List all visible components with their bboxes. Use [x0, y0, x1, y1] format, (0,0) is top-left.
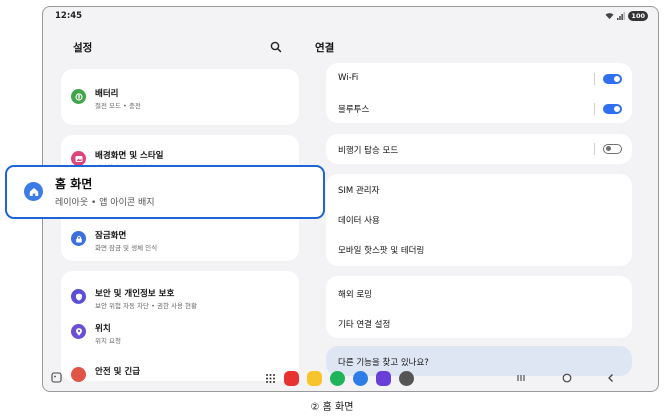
item-sub: 보안 위험 자동 차단 • 권한 사용 현황: [95, 302, 198, 310]
bluetooth-label: 블루투스: [338, 105, 370, 115]
item-label: 위치: [95, 324, 111, 334]
signal-icon: [617, 12, 626, 20]
divider: [594, 103, 595, 115]
settings-title: 설정: [73, 42, 93, 54]
wifi-icon: [605, 13, 614, 20]
status-time: 12:45: [55, 11, 83, 21]
item-label: 보안 및 개인정보 보호: [95, 289, 175, 299]
status-bar: 12:45 100: [43, 7, 658, 27]
settings-item-battery[interactable]: 배터리 절전 모드 • 충전: [61, 81, 299, 113]
home-screen-label: 홈 화면: [55, 177, 93, 191]
item-label: 잠금화면: [95, 231, 127, 241]
connections-group-4: 해외 로밍 기타 연결 설정: [326, 276, 632, 338]
divider: [594, 143, 595, 155]
settings-item-lockscreen[interactable]: 잠금화면 화면 잠금 및 생체 인식: [61, 223, 299, 255]
location-icon: [71, 324, 86, 339]
settings-item-security[interactable]: 보안 및 개인정보 보호 보안 위험 자동 차단 • 권한 사용 현황: [61, 281, 299, 313]
lock-icon: [71, 231, 86, 246]
home-screen-sub: 레이아웃 • 앱 아이콘 배지: [55, 198, 155, 208]
hotspot-item[interactable]: 모바일 핫스팟 및 테더링: [338, 244, 424, 256]
palette-icon: [71, 151, 86, 166]
roaming-item[interactable]: 해외 로밍: [338, 288, 372, 300]
home-button-icon[interactable]: [561, 372, 573, 384]
messages-app-icon[interactable]: [353, 371, 368, 386]
connections-group-2: 비행기 탑승 모드: [326, 134, 632, 164]
back-icon[interactable]: [605, 372, 617, 384]
internet-app-icon[interactable]: [376, 371, 391, 386]
connections-group-1: Wi-Fi 블루투스: [326, 63, 632, 123]
airplane-mode-toggle[interactable]: [603, 144, 622, 154]
home-screen-callout[interactable]: 홈 화면 레이아웃 • 앱 아이콘 배지: [5, 165, 325, 219]
item-sub: 화면 잠금 및 생체 인식: [95, 244, 158, 252]
connections-group-3: SIM 관리자 데이터 사용 모바일 핫스팟 및 테더링: [326, 174, 632, 266]
item-label: 배터리: [95, 89, 119, 99]
app-dock: [265, 371, 414, 386]
search-icon[interactable]: [269, 40, 283, 54]
divider: [594, 73, 595, 85]
battery-level: 100: [628, 11, 648, 21]
status-icons: 100: [605, 11, 648, 21]
wifi-toggle[interactable]: [603, 74, 622, 84]
item-label: 배경화면 및 스타일: [95, 151, 164, 161]
item-sub: 위치 요청: [95, 337, 121, 345]
screenshot-icon[interactable]: [51, 372, 62, 383]
figure-caption: ② 홈 화면: [310, 402, 354, 413]
camera-app-icon[interactable]: [399, 371, 414, 386]
item-sub: 절전 모드 • 충전: [95, 102, 141, 110]
battery-icon: [71, 89, 86, 104]
home-icon: [24, 182, 43, 201]
apps-grid-icon[interactable]: [265, 373, 276, 384]
shield-icon: [71, 289, 86, 304]
notes-app-icon[interactable]: [284, 371, 299, 386]
navigation-bar: [43, 365, 658, 391]
sim-manager-item[interactable]: SIM 관리자: [338, 184, 379, 196]
connections-title: 연결: [315, 42, 335, 54]
airplane-mode-label: 비행기 탑승 모드: [338, 146, 399, 156]
phone-app-icon[interactable]: [330, 371, 345, 386]
settings-group-1: 배터리 절전 모드 • 충전: [61, 69, 299, 125]
wifi-label: Wi-Fi: [338, 73, 359, 83]
bluetooth-toggle[interactable]: [603, 104, 622, 114]
folder-app-icon[interactable]: [307, 371, 322, 386]
recent-apps-icon[interactable]: [515, 372, 527, 384]
more-connection-settings-item[interactable]: 기타 연결 설정: [338, 318, 390, 330]
data-usage-item[interactable]: 데이터 사용: [338, 214, 380, 226]
settings-item-location[interactable]: 위치 위치 요청: [61, 316, 299, 348]
